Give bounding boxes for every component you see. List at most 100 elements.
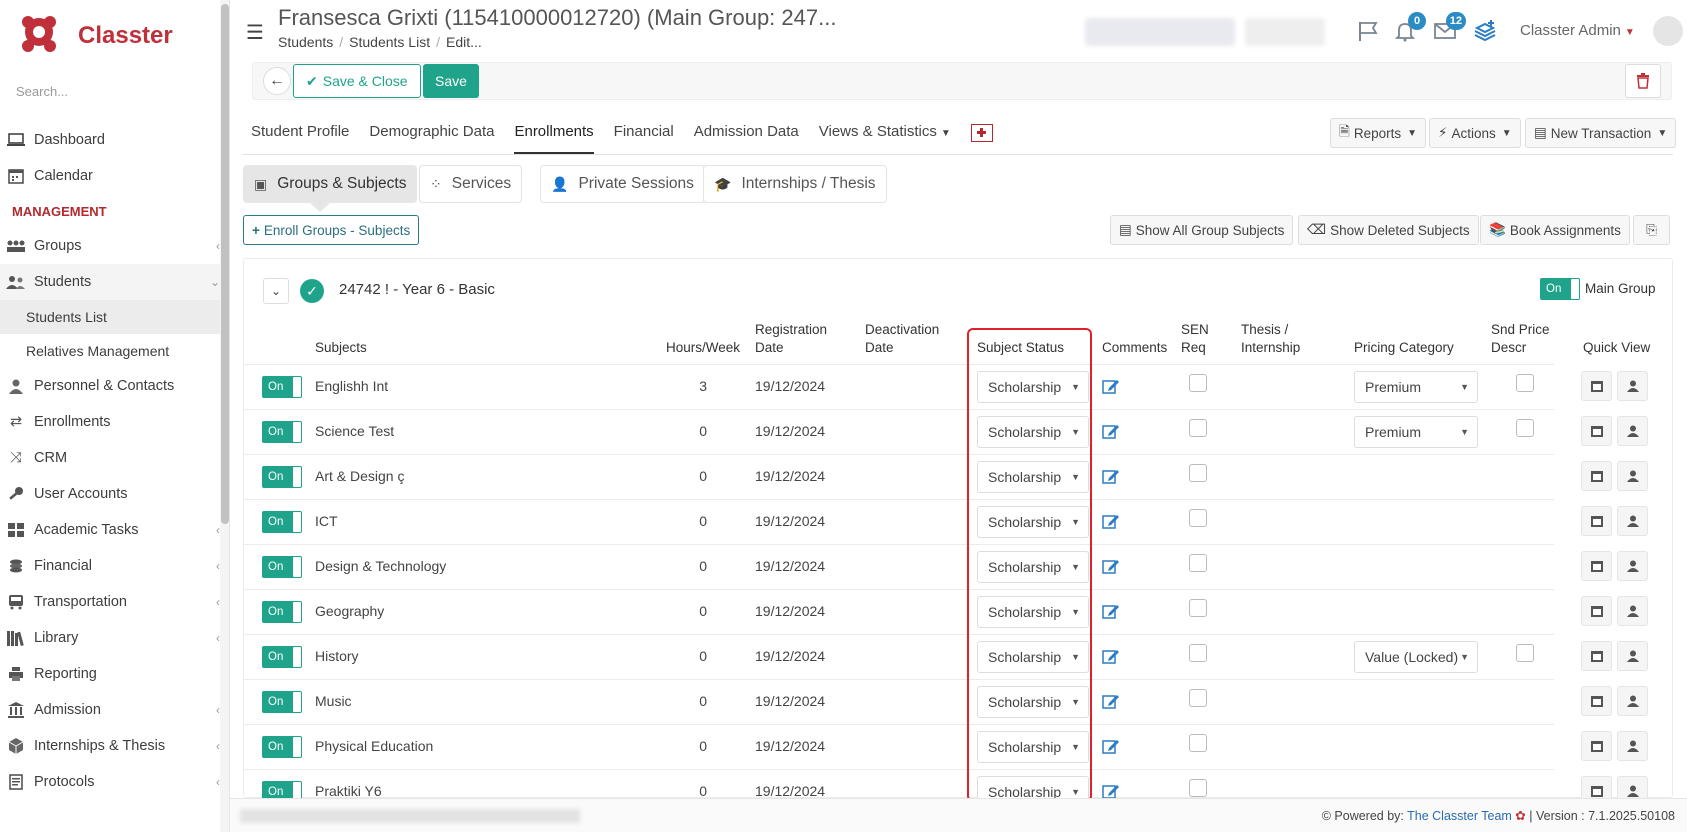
sidebar-item-admission[interactable]: Admission ‹	[0, 692, 229, 728]
subject-status-select[interactable]: Scholarship ▼	[977, 731, 1089, 763]
sidebar-item-protocols[interactable]: Protocols ‹	[0, 764, 229, 800]
sidebar-item-dashboard[interactable]: Dashboard	[0, 122, 229, 158]
subject-active-toggle[interactable]: On	[262, 376, 302, 398]
quick-view-calendar-button[interactable]	[1581, 506, 1612, 536]
reports-button[interactable]: 🗎 Reports ▼	[1330, 118, 1427, 148]
sen-req-checkbox[interactable]	[1189, 644, 1207, 662]
tab-enrollments[interactable]: Enrollments	[514, 118, 594, 154]
user-menu[interactable]: Classter Admin ▼	[1520, 22, 1635, 39]
sidebar-item-relatives-management[interactable]: Relatives Management	[0, 334, 229, 368]
envelope-icon[interactable]: 12	[1432, 12, 1466, 44]
quick-view-person-button[interactable]	[1617, 596, 1648, 626]
actions-button[interactable]: ⚡ Actions ▼	[1429, 118, 1521, 148]
quick-view-person-button[interactable]	[1617, 641, 1648, 671]
sidebar-item-financial[interactable]: Financial ‹	[0, 548, 229, 584]
school-selector[interactable]	[1085, 18, 1235, 46]
subject-active-toggle[interactable]: On	[262, 421, 302, 443]
tab-student-profile[interactable]: Student Profile	[251, 118, 349, 154]
enroll-groups-subjects-button[interactable]: + Enroll Groups - Subjects	[243, 215, 420, 245]
edit-comment-icon[interactable]	[1102, 737, 1120, 760]
back-button[interactable]: ←	[263, 67, 291, 95]
quick-view-person-button[interactable]	[1617, 371, 1648, 401]
edit-comment-icon[interactable]	[1102, 467, 1120, 490]
quick-view-calendar-button[interactable]	[1581, 596, 1612, 626]
main-group-toggle[interactable]: On	[1540, 278, 1580, 300]
sidebar-search-input[interactable]	[16, 84, 206, 99]
sidebar-item-groups[interactable]: Groups ‹	[0, 228, 229, 264]
snd-price-descr-checkbox[interactable]	[1516, 644, 1534, 662]
subtab-services[interactable]: ⁘ Services	[419, 165, 523, 203]
quick-view-calendar-button[interactable]	[1581, 551, 1612, 581]
snd-price-descr-checkbox[interactable]	[1516, 419, 1534, 437]
sidebar-item-internships-thesis[interactable]: Internships & Thesis ‹	[0, 728, 229, 764]
quick-view-person-button[interactable]	[1617, 461, 1648, 491]
tab-admission-data[interactable]: Admission Data	[694, 118, 799, 154]
quick-view-calendar-button[interactable]	[1581, 416, 1612, 446]
sen-req-checkbox[interactable]	[1189, 554, 1207, 572]
quick-view-person-button[interactable]	[1617, 416, 1648, 446]
save-button[interactable]: Save	[423, 64, 479, 98]
sen-req-checkbox[interactable]	[1189, 464, 1207, 482]
save-close-button[interactable]: ✔ Save & Close	[293, 64, 421, 98]
subject-active-toggle[interactable]: On	[262, 466, 302, 488]
tab-demographic-data[interactable]: Demographic Data	[369, 118, 494, 154]
subject-status-select[interactable]: Scholarship ▼	[977, 551, 1089, 583]
subject-status-select[interactable]: Scholarship ▼	[977, 506, 1089, 538]
quick-view-calendar-button[interactable]	[1581, 461, 1612, 491]
subject-status-select[interactable]: Scholarship ▼	[977, 461, 1089, 493]
subtab-private-sessions[interactable]: 👤 Private Sessions	[540, 165, 705, 203]
edit-comment-icon[interactable]	[1102, 422, 1120, 445]
collapse-button[interactable]: ⌄	[263, 278, 289, 304]
show-all-group-subjects-button[interactable]: ▤ Show All Group Subjects	[1110, 215, 1294, 245]
subject-active-toggle[interactable]: On	[262, 556, 302, 578]
sen-req-checkbox[interactable]	[1189, 419, 1207, 437]
edit-comment-icon[interactable]	[1102, 692, 1120, 715]
quick-view-calendar-button[interactable]	[1581, 641, 1612, 671]
pricing-category-select[interactable]: Value (Locked) ▼	[1354, 641, 1478, 673]
book-assignments-button[interactable]: 📚 Book Assignments	[1480, 215, 1630, 245]
subject-active-toggle[interactable]: On	[262, 646, 302, 668]
edit-comment-icon[interactable]	[1102, 377, 1120, 400]
subject-status-select[interactable]: Scholarship ▼	[977, 416, 1089, 448]
edit-comment-icon[interactable]	[1102, 557, 1120, 580]
new-transaction-button[interactable]: ▤ New Transaction ▼	[1525, 118, 1677, 148]
quick-view-person-button[interactable]	[1617, 551, 1648, 581]
flag-icon[interactable]	[1355, 18, 1381, 44]
quick-view-person-button[interactable]	[1617, 506, 1648, 536]
sidebar-item-calendar[interactable]: Calendar	[0, 158, 229, 194]
sidebar-item-personnel-contacts[interactable]: Personnel & Contacts	[0, 368, 229, 404]
edit-comment-icon[interactable]	[1102, 647, 1120, 670]
sidebar-item-academic-tasks[interactable]: Academic Tasks ‹	[0, 512, 229, 548]
pricing-category-select[interactable]: Premium ▼	[1354, 416, 1478, 448]
subtab-groups-subjects[interactable]: ▣ Groups & Subjects	[243, 165, 418, 203]
sidebar-scrollbar[interactable]	[220, 0, 229, 832]
avatar[interactable]	[1653, 16, 1683, 46]
sidebar-item-user-accounts[interactable]: User Accounts	[0, 476, 229, 512]
subtab-internships-thesis[interactable]: 🎓 Internships / Thesis	[703, 165, 887, 203]
subject-status-select[interactable]: Scholarship ▼	[977, 596, 1089, 628]
breadcrumb-students-list[interactable]: Students List	[349, 34, 430, 50]
tab-views-statistics[interactable]: Views & Statistics ▼	[819, 118, 951, 154]
sidebar-item-students-list[interactable]: Students List	[0, 300, 229, 334]
show-deleted-subjects-button[interactable]: ⌫ Show Deleted Subjects	[1298, 215, 1479, 245]
sidebar-item-transportation[interactable]: Transportation ‹	[0, 584, 229, 620]
subject-active-toggle[interactable]: On	[262, 601, 302, 623]
quick-view-calendar-button[interactable]	[1581, 686, 1612, 716]
sidebar-item-library[interactable]: Library ‹	[0, 620, 229, 656]
breadcrumb-students[interactable]: Students	[278, 34, 333, 50]
sen-req-checkbox[interactable]	[1189, 734, 1207, 752]
subject-active-toggle[interactable]: On	[262, 736, 302, 758]
layers-plus-icon[interactable]	[1472, 18, 1498, 44]
extra-action-button[interactable]: ⎘	[1633, 215, 1670, 245]
edit-comment-icon[interactable]	[1102, 602, 1120, 625]
quick-view-calendar-button[interactable]	[1581, 371, 1612, 401]
classter-logo[interactable]: Classter	[18, 10, 173, 62]
sen-req-checkbox[interactable]	[1189, 689, 1207, 707]
edit-comment-icon[interactable]	[1102, 512, 1120, 535]
sidebar-item-crm[interactable]: ⤨ CRM	[0, 440, 229, 476]
medical-kit-icon[interactable]	[970, 124, 993, 142]
year-selector[interactable]	[1245, 18, 1325, 46]
sidebar-item-students[interactable]: Students ⌄	[0, 264, 229, 300]
sen-req-checkbox[interactable]	[1189, 509, 1207, 527]
sidebar-item-enrollments[interactable]: ⇄ Enrollments	[0, 404, 229, 440]
